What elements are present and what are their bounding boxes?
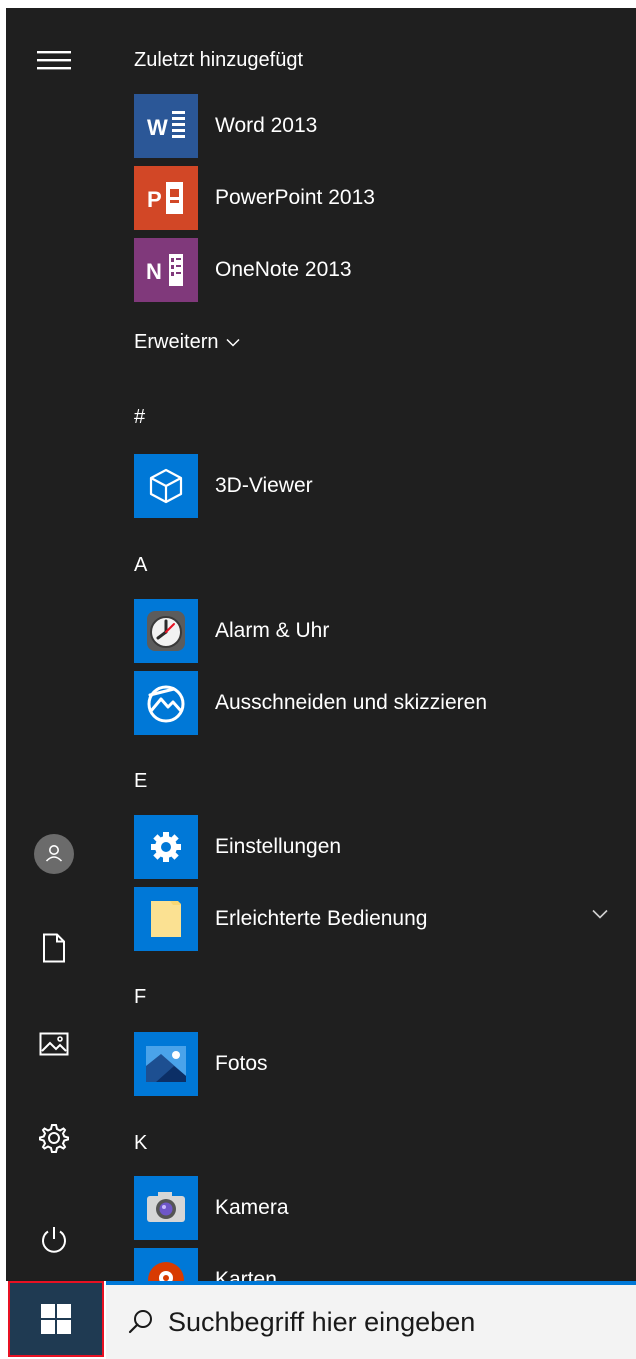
power-button[interactable] xyxy=(32,1218,76,1262)
folder-icon xyxy=(134,887,198,951)
app-label: Ausschneiden und skizzieren xyxy=(215,691,487,714)
svg-text:N: N xyxy=(146,259,162,284)
group-header-f[interactable]: F xyxy=(134,986,146,1009)
app-ausschneiden-skizzieren[interactable]: Ausschneiden und skizzieren xyxy=(134,671,636,735)
app-label: PowerPoint 2013 xyxy=(215,186,375,209)
search-input[interactable] xyxy=(168,1306,608,1338)
taskbar xyxy=(0,1281,636,1359)
pictures-button[interactable] xyxy=(32,1022,76,1066)
snip-sketch-icon xyxy=(134,671,198,735)
camera-icon xyxy=(134,1176,198,1240)
recently-added-heading: Zuletzt hinzugefügt xyxy=(134,49,303,71)
app-word-2013[interactable]: W Word 2013 xyxy=(134,94,636,158)
chevron-down-icon[interactable] xyxy=(592,909,608,919)
pictures-icon xyxy=(39,1032,69,1056)
expand-button[interactable]: Erweitern xyxy=(134,331,241,354)
app-label: Erleichterte Bedienung xyxy=(215,907,428,930)
gear-icon xyxy=(39,1124,69,1153)
app-label: OneNote 2013 xyxy=(215,258,352,281)
avatar xyxy=(34,834,74,874)
app-label: Einstellungen xyxy=(215,835,342,858)
svg-text:P: P xyxy=(147,187,162,212)
gear-icon xyxy=(134,815,198,879)
app-label: 3D-Viewer xyxy=(215,474,313,497)
power-icon xyxy=(42,1227,66,1253)
app-powerpoint-2013[interactable]: P PowerPoint 2013 xyxy=(134,166,636,230)
alarm-clock-icon xyxy=(134,599,198,663)
app-einstellungen[interactable]: Einstellungen xyxy=(134,815,636,879)
app-fotos[interactable]: Fotos xyxy=(134,1032,636,1096)
app-label: Alarm & Uhr xyxy=(215,619,330,642)
photos-icon xyxy=(134,1032,198,1096)
user-account-button[interactable] xyxy=(32,832,76,876)
word-icon: W xyxy=(134,94,198,158)
expand-label: Erweitern xyxy=(134,331,219,353)
documents-button[interactable] xyxy=(32,926,76,970)
chevron-down-icon xyxy=(226,338,241,347)
start-menu: Zuletzt hinzugefügt W Word 2013 P PowerP… xyxy=(6,8,636,1289)
onenote-icon: N xyxy=(134,238,198,302)
group-header-a[interactable]: A xyxy=(134,554,147,577)
group-header-e[interactable]: E xyxy=(134,770,147,793)
app-erleichterte-bedienung[interactable]: Erleichterte Bedienung xyxy=(134,887,636,951)
hamburger-menu-button[interactable] xyxy=(32,38,76,82)
powerpoint-icon: P xyxy=(134,166,198,230)
app-onenote-2013[interactable]: N OneNote 2013 xyxy=(134,238,636,302)
cube-icon xyxy=(134,454,198,518)
group-header-k[interactable]: K xyxy=(134,1132,147,1155)
app-label: Word 2013 xyxy=(215,114,318,137)
app-label: Kamera xyxy=(215,1196,289,1219)
svg-text:W: W xyxy=(147,115,168,140)
settings-button[interactable] xyxy=(32,1116,76,1160)
app-3d-viewer[interactable]: 3D-Viewer xyxy=(134,454,636,518)
document-icon xyxy=(43,933,65,963)
windows-logo-icon xyxy=(41,1304,71,1334)
hamburger-icon xyxy=(37,51,71,70)
search-box[interactable] xyxy=(106,1281,636,1359)
app-kamera[interactable]: Kamera xyxy=(134,1176,636,1240)
start-button[interactable] xyxy=(8,1281,104,1357)
app-alarm-uhr[interactable]: Alarm & Uhr xyxy=(134,599,636,663)
app-label: Fotos xyxy=(215,1052,268,1075)
search-icon xyxy=(128,1310,152,1334)
group-header-hash[interactable]: # xyxy=(134,406,145,429)
